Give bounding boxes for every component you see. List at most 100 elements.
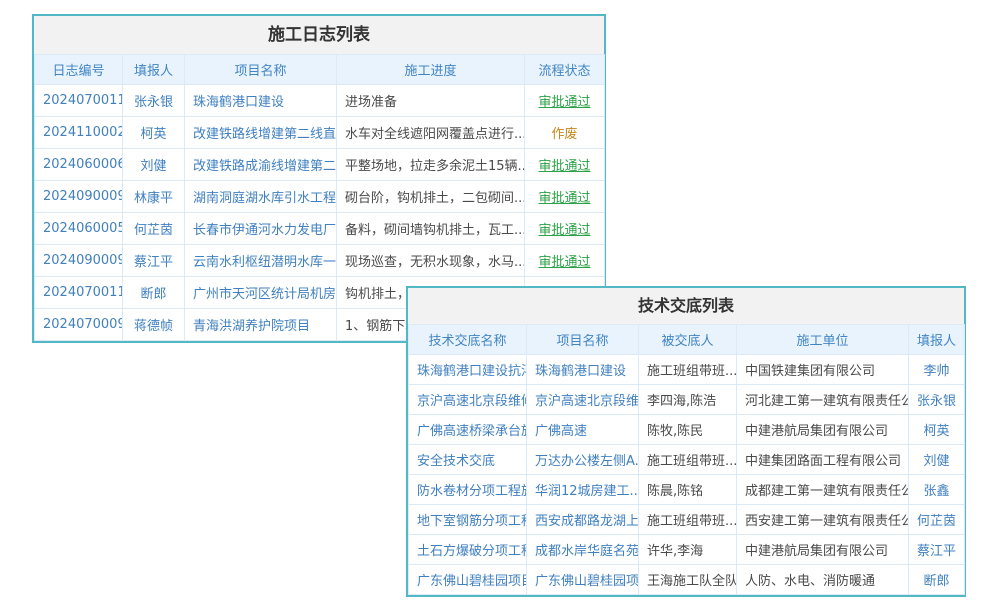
disclosure_panel-cell-project[interactable]: 广东佛山碧桂园项目 — [527, 565, 639, 595]
log_panel-cell-status[interactable]: 审批通过 — [525, 213, 605, 245]
log_panel-cell-id[interactable]: 2024060005 — [35, 213, 123, 245]
log_panel-cell-reporter[interactable]: 张永银 — [123, 85, 185, 117]
table-row: 2024090009林康平湖南洞庭湖水库引水工程...砌台阶，钩机排土，二包砌间… — [35, 181, 605, 213]
disclosure_panel-cell-person: 王海施工队全队 — [639, 565, 737, 595]
log_panel-cell-reporter[interactable]: 何芷茵 — [123, 213, 185, 245]
log_panel-cell-progress: 平整场地，拉走多余泥土15辆... — [337, 149, 525, 181]
log_panel-cell-reporter[interactable]: 蔡江平 — [123, 245, 185, 277]
log_panel-column-header-1: 填报人 — [123, 55, 185, 85]
disclosure_panel-cell-project[interactable]: 成都水岸华庭名苑... — [527, 535, 639, 565]
disclosure_panel-cell-reporter[interactable]: 何芷茵 — [909, 505, 965, 535]
tech-disclosure-panel: 技术交底列表 技术交底名称项目名称被交底人施工单位填报人 珠海鹤港口建设抗浮..… — [406, 286, 966, 597]
disclosure_panel-cell-name[interactable]: 珠海鹤港口建设抗浮... — [409, 355, 527, 385]
disclosure_panel-column-header-1: 项目名称 — [527, 325, 639, 355]
log_panel-cell-id[interactable]: 2024110002 — [35, 117, 123, 149]
disclosure_panel-cell-unit: 人防、水电、消防暖通 — [737, 565, 909, 595]
log_panel-cell-status[interactable]: 审批通过 — [525, 181, 605, 213]
disclosure_panel-cell-project[interactable]: 珠海鹤港口建设 — [527, 355, 639, 385]
log_panel-cell-id[interactable]: 2024070011 — [35, 277, 123, 309]
disclosure_panel-cell-name[interactable]: 防水卷材分项工程施... — [409, 475, 527, 505]
tech-disclosure-table: 技术交底名称项目名称被交底人施工单位填报人 珠海鹤港口建设抗浮...珠海鹤港口建… — [408, 324, 965, 595]
disclosure_panel-cell-project[interactable]: 广佛高速 — [527, 415, 639, 445]
log_panel-column-header-0: 日志编号 — [35, 55, 123, 85]
disclosure_panel-cell-person: 许华,李海 — [639, 535, 737, 565]
log_panel-cell-reporter[interactable]: 断郎 — [123, 277, 185, 309]
disclosure_panel-cell-person: 陈晨,陈铭 — [639, 475, 737, 505]
disclosure_panel-cell-unit: 中国铁建集团有限公司 — [737, 355, 909, 385]
log_panel-cell-project[interactable]: 青海洪湖养护院项目 — [185, 309, 337, 341]
log_panel-cell-id[interactable]: 2024070011 — [35, 85, 123, 117]
table-row: 土石方爆破分项工程...成都水岸华庭名苑...许华,李海中建港航局集团有限公司蔡… — [409, 535, 965, 565]
disclosure_panel-cell-reporter[interactable]: 张永银 — [909, 385, 965, 415]
table-row: 防水卷材分项工程施...华润12城房建工...陈晨,陈铭成都建工第一建筑有限责任… — [409, 475, 965, 505]
log_panel-cell-progress: 水车对全线遮阳网覆盖点进行... — [337, 117, 525, 149]
disclosure_panel-cell-unit: 中建港航局集团有限公司 — [737, 535, 909, 565]
log_panel-cell-progress: 现场巡查，无积水现象，水马... — [337, 245, 525, 277]
log_panel-cell-progress: 进场准备 — [337, 85, 525, 117]
disclosure_panel-cell-reporter[interactable]: 断郎 — [909, 565, 965, 595]
disclosure_panel-cell-person: 陈牧,陈民 — [639, 415, 737, 445]
log_panel-cell-project[interactable]: 湖南洞庭湖水库引水工程... — [185, 181, 337, 213]
disclosure_panel-cell-person: 施工班组带班... — [639, 445, 737, 475]
disclosure_panel-cell-unit: 成都建工第一建筑有限责任公司 — [737, 475, 909, 505]
disclosure_panel-cell-person: 施工班组带班... — [639, 505, 737, 535]
log_panel-cell-project[interactable]: 云南水利枢纽潜明水库一... — [185, 245, 337, 277]
log_panel-cell-reporter[interactable]: 柯英 — [123, 117, 185, 149]
log_panel-cell-id[interactable]: 2024060006 — [35, 149, 123, 181]
log_panel-cell-project[interactable]: 改建铁路线增建第二线直... — [185, 117, 337, 149]
disclosure_panel-cell-reporter[interactable]: 刘健 — [909, 445, 965, 475]
disclosure_panel-column-header-4: 填报人 — [909, 325, 965, 355]
table-row: 2024090009蔡江平云南水利枢纽潜明水库一...现场巡查，无积水现象，水马… — [35, 245, 605, 277]
construction-log-title: 施工日志列表 — [34, 16, 604, 54]
log_panel-cell-status[interactable]: 审批通过 — [525, 149, 605, 181]
disclosure_panel-column-header-0: 技术交底名称 — [409, 325, 527, 355]
table-row: 2024060005何芷茵长春市伊通河水力发电厂...备料，砌间墙钩机排土，瓦工… — [35, 213, 605, 245]
log_panel-cell-status[interactable]: 作废 — [525, 117, 605, 149]
disclosure_panel-cell-person: 李四海,陈浩 — [639, 385, 737, 415]
disclosure_panel-column-header-2: 被交底人 — [639, 325, 737, 355]
table-row: 珠海鹤港口建设抗浮...珠海鹤港口建设施工班组带班...中国铁建集团有限公司李帅 — [409, 355, 965, 385]
disclosure_panel-cell-reporter[interactable]: 蔡江平 — [909, 535, 965, 565]
tech-disclosure-header-row: 技术交底名称项目名称被交底人施工单位填报人 — [409, 325, 965, 355]
log_panel-cell-status[interactable]: 审批通过 — [525, 245, 605, 277]
disclosure_panel-cell-reporter[interactable]: 李帅 — [909, 355, 965, 385]
table-row: 京沪高速北京段维修...京沪高速北京段维修李四海,陈浩河北建工第一建筑有限责任公… — [409, 385, 965, 415]
log_panel-cell-reporter[interactable]: 蒋德帧 — [123, 309, 185, 341]
log_panel-cell-project[interactable]: 珠海鹤港口建设 — [185, 85, 337, 117]
construction-log-header-row: 日志编号填报人项目名称施工进度流程状态 — [35, 55, 605, 85]
table-row: 2024070011张永银珠海鹤港口建设进场准备审批通过 — [35, 85, 605, 117]
disclosure_panel-cell-project[interactable]: 西安成都路龙湖上... — [527, 505, 639, 535]
disclosure_panel-cell-unit: 中建港航局集团有限公司 — [737, 415, 909, 445]
table-row: 地下室钢筋分项工程...西安成都路龙湖上...施工班组带班...西安建工第一建筑… — [409, 505, 965, 535]
table-row: 广佛高速桥梁承台施...广佛高速陈牧,陈民中建港航局集团有限公司柯英 — [409, 415, 965, 445]
disclosure_panel-cell-reporter[interactable]: 张鑫 — [909, 475, 965, 505]
table-row: 安全技术交底万达办公楼左侧A...施工班组带班...中建集团路面工程有限公司刘健 — [409, 445, 965, 475]
disclosure_panel-cell-unit: 河北建工第一建筑有限责任公司 — [737, 385, 909, 415]
log_panel-cell-id[interactable]: 2024070009 — [35, 309, 123, 341]
disclosure_panel-cell-name[interactable]: 京沪高速北京段维修... — [409, 385, 527, 415]
log_panel-cell-project[interactable]: 广州市天河区统计局机房... — [185, 277, 337, 309]
disclosure_panel-cell-name[interactable]: 地下室钢筋分项工程... — [409, 505, 527, 535]
log_panel-cell-reporter[interactable]: 林康平 — [123, 181, 185, 213]
log_panel-cell-id[interactable]: 2024090009 — [35, 181, 123, 213]
disclosure_panel-cell-unit: 中建集团路面工程有限公司 — [737, 445, 909, 475]
log_panel-column-header-2: 项目名称 — [185, 55, 337, 85]
disclosure_panel-cell-name[interactable]: 安全技术交底 — [409, 445, 527, 475]
table-row: 广东佛山碧桂园项目...广东佛山碧桂园项目王海施工队全队人防、水电、消防暖通断郎 — [409, 565, 965, 595]
disclosure_panel-cell-unit: 西安建工第一建筑有限责任公司 — [737, 505, 909, 535]
disclosure_panel-column-header-3: 施工单位 — [737, 325, 909, 355]
disclosure_panel-cell-name[interactable]: 广东佛山碧桂园项目... — [409, 565, 527, 595]
disclosure_panel-cell-reporter[interactable]: 柯英 — [909, 415, 965, 445]
log_panel-cell-id[interactable]: 2024090009 — [35, 245, 123, 277]
disclosure_panel-cell-name[interactable]: 土石方爆破分项工程... — [409, 535, 527, 565]
log_panel-cell-project[interactable]: 改建铁路成渝线增建第二... — [185, 149, 337, 181]
log_panel-cell-project[interactable]: 长春市伊通河水力发电厂... — [185, 213, 337, 245]
log_panel-cell-progress: 备料，砌间墙钩机排土，瓦工... — [337, 213, 525, 245]
disclosure_panel-cell-name[interactable]: 广佛高速桥梁承台施... — [409, 415, 527, 445]
disclosure_panel-cell-project[interactable]: 华润12城房建工... — [527, 475, 639, 505]
log_panel-column-header-3: 施工进度 — [337, 55, 525, 85]
disclosure_panel-cell-project[interactable]: 京沪高速北京段维修 — [527, 385, 639, 415]
log_panel-cell-status[interactable]: 审批通过 — [525, 85, 605, 117]
log_panel-cell-reporter[interactable]: 刘健 — [123, 149, 185, 181]
disclosure_panel-cell-project[interactable]: 万达办公楼左侧A... — [527, 445, 639, 475]
